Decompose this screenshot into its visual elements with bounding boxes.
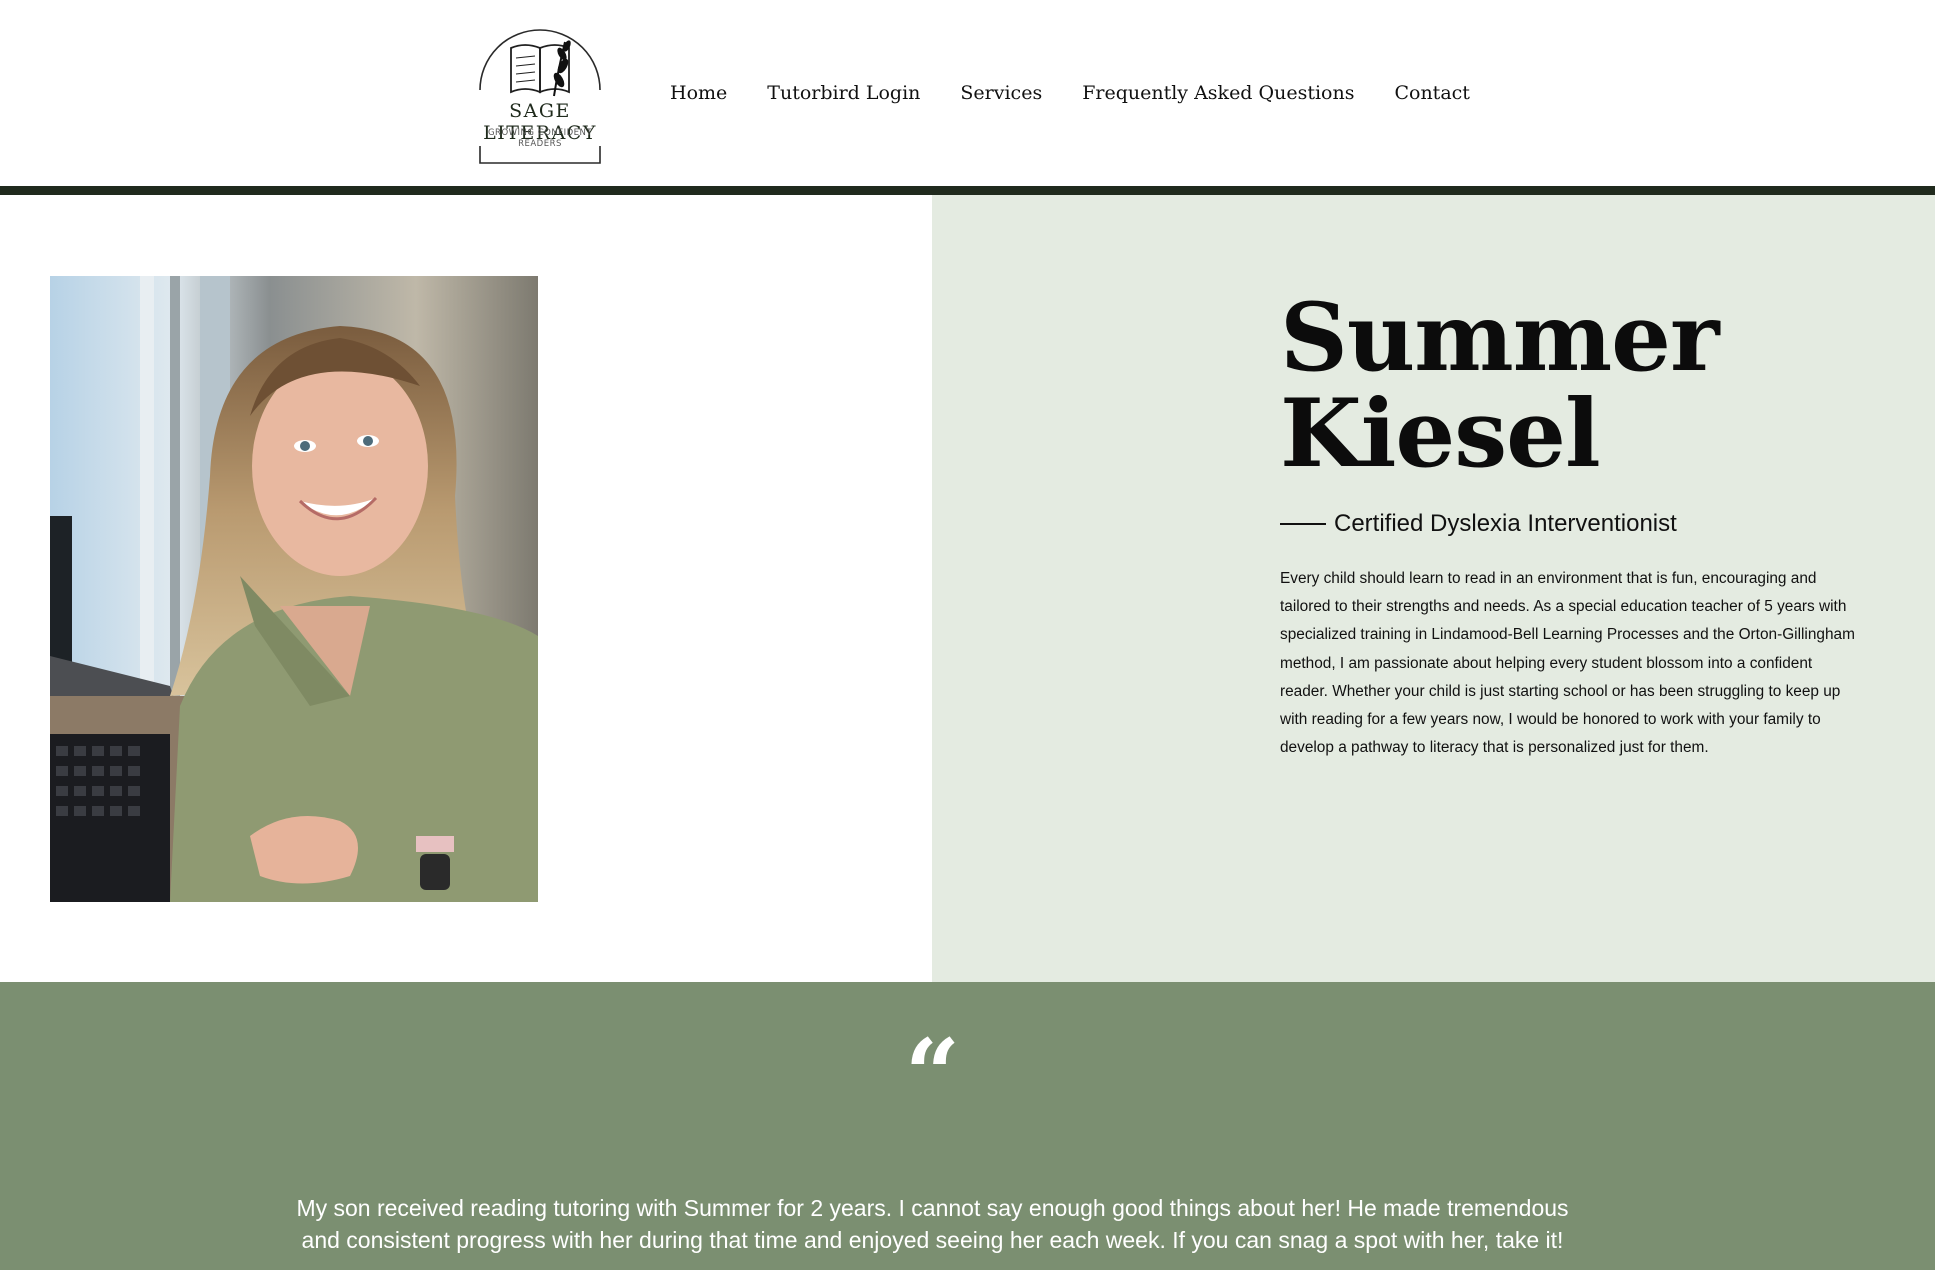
site-header: SAGE LITERACY GROWING CONFIDENT READERS … [0, 0, 1935, 186]
nav-services[interactable]: Services [960, 82, 1042, 104]
testimonial-text: My son received reading tutoring with Su… [296, 1195, 1569, 1253]
nav-home[interactable]: Home [670, 82, 727, 104]
quote-mark-icon: “ [904, 1018, 961, 1131]
profile-last-name: Kiesel [1280, 379, 1601, 489]
photo-panel [0, 195, 932, 982]
nav-tutorbird-login[interactable]: Tutorbird Login [767, 82, 920, 104]
profile-bio: Every child should learn to read in an e… [1280, 570, 1855, 757]
nav-contact[interactable]: Contact [1394, 82, 1469, 104]
profile-first-name: Summer [1280, 283, 1719, 393]
testimonial-section: “ My son received reading tutoring with … [0, 982, 1935, 1270]
role-dash-line [1280, 523, 1326, 525]
header-divider [0, 186, 1935, 195]
nav-faq[interactable]: Frequently Asked Questions [1082, 82, 1354, 104]
role-title: Certified Dyslexia Interventionist [1334, 510, 1677, 537]
logo-tagline-line1: GROWING CONFIDENT [487, 128, 593, 138]
profile-role: Certified Dyslexia Interventionist [1280, 510, 1677, 538]
logo-tagline: GROWING CONFIDENT READERS [455, 128, 625, 150]
site-logo[interactable]: SAGE LITERACY GROWING CONFIDENT READERS [455, 18, 625, 168]
portrait-illustration [50, 276, 538, 902]
profile-name: Summer Kiesel [1280, 283, 1719, 489]
logo-tagline-line2: READERS [518, 139, 562, 149]
profile-panel: Summer Kiesel Certified Dyslexia Interve… [932, 195, 1935, 982]
main-nav: Home Tutorbird Login Services Frequently… [670, 82, 1470, 104]
profile-photo [50, 276, 538, 902]
